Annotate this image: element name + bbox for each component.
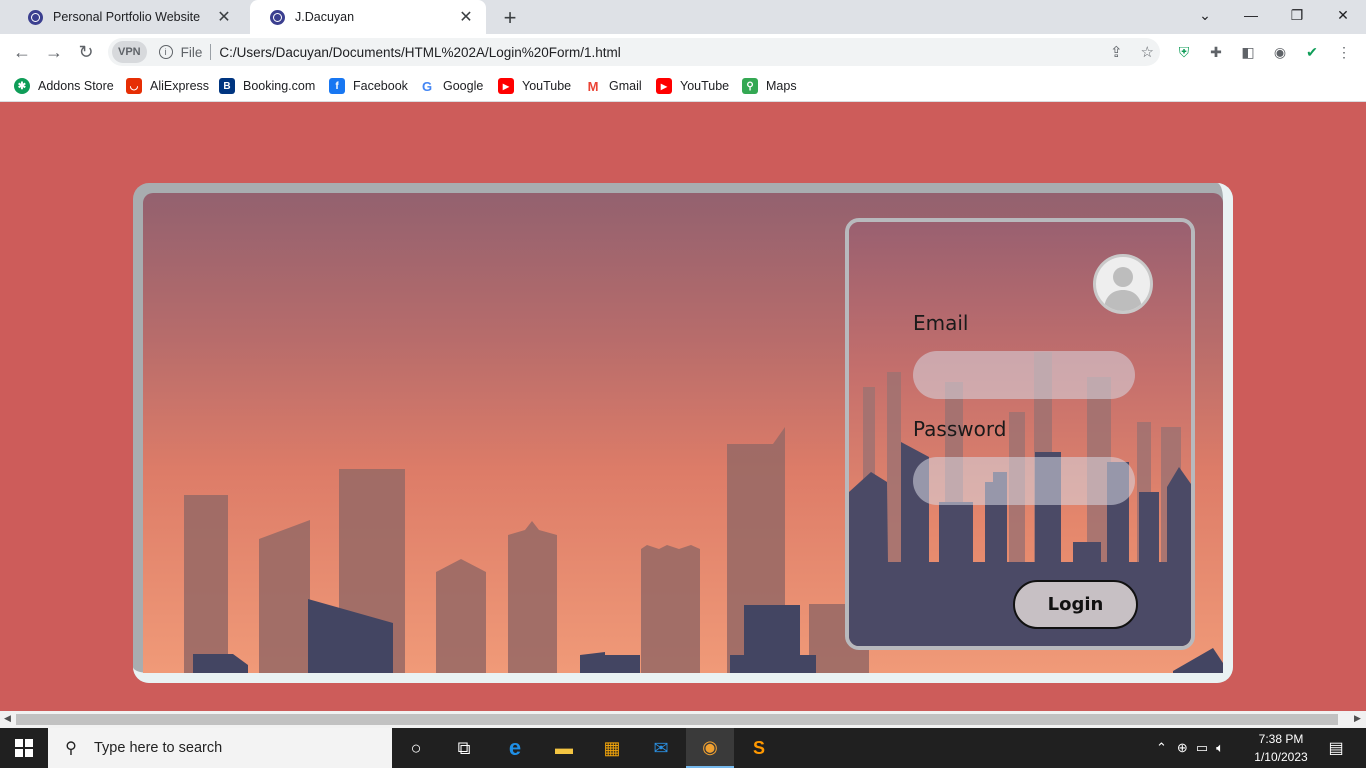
bookmarks-bar: ✱ Addons Store ◡ AliExpress B Booking.co…	[0, 70, 1366, 102]
scrollbar-thumb[interactable]	[16, 714, 1338, 725]
bookmark-label: Addons Store	[38, 79, 114, 93]
address-toolbar: ← → ↻ VPN i File C:/Users/Dacuyan/Docume…	[0, 34, 1366, 70]
security-shield-icon[interactable]: ✔	[1302, 42, 1322, 62]
facebook-icon: f	[329, 78, 345, 94]
google-icon: G	[419, 78, 435, 94]
windows-taskbar: ⚲ Type here to search ○ ⧉ e ▬ ▦ ✉ ◉ S ⌃ …	[0, 728, 1366, 768]
side-panel-icon[interactable]: ◧	[1238, 42, 1258, 62]
bookmark-label: Maps	[766, 79, 797, 93]
forward-arrow-icon[interactable]: →	[42, 40, 66, 64]
scroll-left-arrow-icon[interactable]: ◀	[4, 713, 11, 724]
extensions-puzzle-icon[interactable]: ✚	[1206, 42, 1226, 62]
scroll-right-arrow-icon[interactable]: ▶	[1354, 713, 1361, 724]
tab-search-chevron-icon[interactable]: ⌄	[1182, 0, 1228, 30]
password-input[interactable]	[913, 457, 1135, 505]
omnibox[interactable]: VPN i File C:/Users/Dacuyan/Documents/HT…	[108, 38, 1160, 66]
bookmark-label: Google	[443, 79, 484, 93]
bookmark-youtube[interactable]: ▶ YouTube	[498, 76, 571, 96]
mail-icon[interactable]: ✉	[637, 728, 685, 768]
language-globe-icon[interactable]: ⊕	[1177, 740, 1188, 756]
youtube-icon: ▶	[498, 78, 514, 94]
scheme-label: File	[180, 44, 203, 60]
globe-icon	[28, 9, 43, 25]
browser-tab-strip: Personal Portfolio Website ✕ J.Dacuyan ✕…	[0, 0, 1366, 34]
bookmark-maps[interactable]: ⚲ Maps	[742, 76, 797, 96]
taskbar-search-box[interactable]: ⚲ Type here to search	[48, 728, 392, 768]
close-tab-icon[interactable]: ✕	[458, 7, 474, 27]
vpn-badge[interactable]: VPN	[112, 41, 147, 63]
login-button[interactable]: Login	[1013, 580, 1138, 629]
youtube-icon: ▶	[656, 78, 672, 94]
restore-button[interactable]: ❐	[1274, 0, 1320, 30]
tab-j-dacuyan[interactable]: J.Dacuyan ✕	[250, 0, 486, 34]
search-icon: ⚲	[65, 740, 77, 757]
notifications-icon[interactable]: ▤	[1318, 728, 1354, 768]
bookmark-label: Facebook	[353, 79, 408, 93]
url-text[interactable]: C:/Users/Dacuyan/Documents/HTML%202A/Log…	[219, 45, 620, 60]
close-tab-icon[interactable]: ✕	[216, 7, 232, 27]
close-window-button[interactable]: ✕	[1320, 0, 1366, 30]
bookmark-star-icon[interactable]: ☆	[1141, 43, 1154, 61]
addons-store-icon: ✱	[14, 78, 30, 94]
email-input[interactable]	[913, 351, 1135, 399]
volume-icon[interactable]: 🔈︎	[1216, 740, 1224, 756]
bookmark-label: AliExpress	[150, 79, 210, 93]
bookmark-gmail[interactable]: M Gmail	[585, 76, 642, 96]
user-avatar-icon	[1104, 267, 1142, 311]
email-label: Email	[913, 311, 969, 335]
bookmark-facebook[interactable]: f Facebook	[329, 76, 408, 96]
tab-title: Personal Portfolio Website	[53, 10, 201, 24]
bookmark-label: Booking.com	[243, 79, 316, 93]
tab-personal-portfolio[interactable]: Personal Portfolio Website ✕	[8, 0, 244, 34]
menu-kebab-icon[interactable]: ⋮	[1334, 42, 1354, 62]
profile-icon[interactable]: ◉	[1270, 42, 1290, 62]
bookmark-booking[interactable]: B Booking.com	[219, 76, 315, 96]
clock-time: 7:38 PM	[1258, 732, 1304, 746]
globe-icon	[270, 9, 285, 25]
site-info-icon[interactable]: i	[158, 45, 173, 59]
gmail-icon: M	[585, 78, 601, 94]
windows-logo-icon	[15, 739, 33, 757]
bookmark-aliexpress[interactable]: ◡ AliExpress	[126, 76, 209, 96]
bookmark-label: Gmail	[609, 79, 642, 93]
new-tab-button[interactable]: +	[498, 5, 522, 31]
network-icon[interactable]: ▭	[1196, 740, 1208, 756]
bookmark-addons-store[interactable]: ✱ Addons Store	[14, 76, 114, 96]
clock-date: 1/10/2023	[1254, 750, 1308, 764]
booking-icon: B	[219, 78, 235, 94]
system-tray: ⌃ ⊕ ▭ 🔈︎	[1156, 728, 1224, 768]
task-view-icon[interactable]: ⧉	[440, 728, 488, 768]
edge-browser-icon[interactable]: e	[491, 728, 539, 768]
bookmark-label: YouTube	[522, 79, 572, 93]
microsoft-store-icon[interactable]: ▦	[588, 728, 636, 768]
share-icon[interactable]: ⇪	[1110, 43, 1123, 61]
show-hidden-icons-chevron-icon[interactable]: ⌃	[1156, 740, 1167, 756]
bookmark-google[interactable]: G Google	[419, 76, 483, 96]
bookmark-youtube-2[interactable]: ▶ YouTube	[656, 76, 729, 96]
search-placeholder: Type here to search	[94, 740, 223, 756]
reload-icon[interactable]: ↻	[74, 40, 98, 64]
back-arrow-icon[interactable]: ←	[10, 40, 34, 64]
start-button[interactable]	[0, 728, 48, 768]
tab-title: J.Dacuyan	[295, 10, 355, 24]
minimize-button[interactable]: —	[1228, 0, 1274, 30]
sublime-text-icon[interactable]: S	[735, 728, 783, 768]
maps-icon: ⚲	[742, 78, 758, 94]
divider	[210, 44, 212, 60]
password-label: Password	[913, 417, 1007, 441]
cortana-icon[interactable]: ○	[392, 728, 440, 768]
user-avatar	[1093, 254, 1153, 314]
adguard-extension-icon[interactable]: ⛨	[1174, 42, 1194, 62]
browser-app-icon[interactable]: ◉	[686, 728, 734, 768]
bookmark-label: YouTube	[680, 79, 730, 93]
taskbar-clock[interactable]: 7:38 PM 1/10/2023	[1246, 730, 1316, 766]
file-explorer-icon[interactable]: ▬	[540, 728, 588, 768]
horizontal-scrollbar[interactable]: ◀ ▶	[0, 711, 1366, 728]
aliexpress-icon: ◡	[126, 78, 142, 94]
